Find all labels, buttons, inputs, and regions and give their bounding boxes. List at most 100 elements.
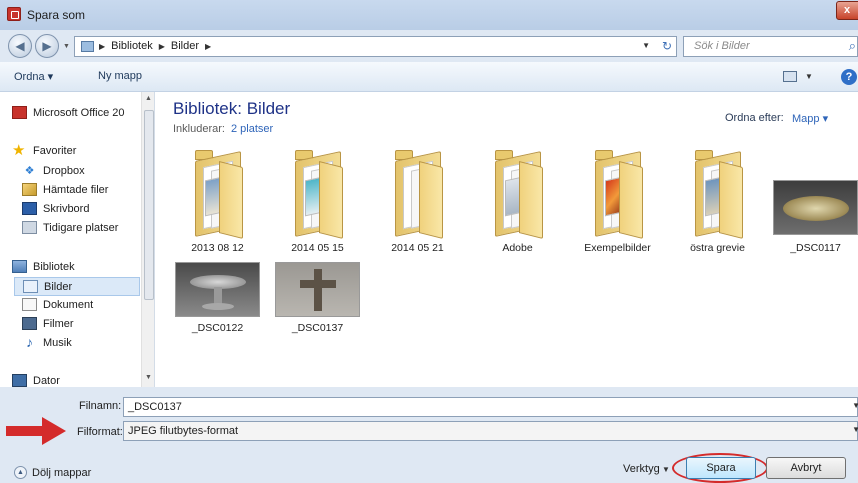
- folder-icon: [491, 150, 545, 239]
- folder-icon: [191, 150, 245, 239]
- scroll-up-icon[interactable]: ▲: [145, 95, 152, 102]
- folder-label: 2014 05 15: [291, 242, 344, 254]
- folder-item[interactable]: östra grevie: [675, 150, 760, 260]
- filename-label: Filnamn:: [79, 400, 122, 412]
- folder-label: Exempelbilder: [584, 242, 651, 254]
- sidebar-item-skrivbord[interactable]: Skrivbord: [22, 202, 89, 215]
- sidebar-item-label: Filmer: [43, 317, 74, 330]
- sidebar-item-tidigare[interactable]: Tidigare platser: [22, 221, 118, 234]
- arrange-by-label: Ordna efter:: [725, 112, 784, 124]
- star-icon: ★: [12, 142, 26, 159]
- app-icon: [7, 7, 21, 21]
- sidebar-item-filmer[interactable]: Filmer: [22, 317, 74, 330]
- help-icon[interactable]: ?: [841, 69, 857, 85]
- image-thumbnail: [275, 262, 360, 317]
- view-icon[interactable]: [783, 71, 797, 82]
- filename-dropdown-icon[interactable]: ▼: [852, 401, 858, 410]
- sidebar-scrollbar[interactable]: ▲ ▼: [141, 92, 154, 387]
- format-label: Filformat:: [77, 426, 123, 438]
- folder-label: Adobe: [502, 242, 533, 254]
- music-icon: ♪: [26, 334, 33, 350]
- filename-value: _DSC0137: [128, 401, 182, 413]
- folder-icon: [291, 150, 345, 239]
- office-icon: [12, 106, 27, 119]
- hide-folders-button[interactable]: ▲ Dölj mappar: [14, 466, 91, 479]
- library-icon: [12, 260, 27, 273]
- dropbox-icon: ❖: [24, 165, 35, 177]
- sidebar-item-dator[interactable]: Dator: [12, 374, 60, 387]
- folder-item[interactable]: 2014 05 15: [275, 150, 360, 260]
- breadcrumb-bibliotek[interactable]: Bibliotek: [111, 40, 153, 54]
- scroll-down-icon[interactable]: ▼: [145, 374, 152, 381]
- hide-folders-label: Dölj mappar: [32, 466, 92, 479]
- sidebar-item-label: Tidigare platser: [43, 221, 119, 234]
- computer-icon: [12, 374, 27, 387]
- close-button[interactable]: x: [836, 1, 858, 20]
- arrange-by-dropdown[interactable]: Mapp ▾: [792, 112, 828, 125]
- tools-dropdown-icon[interactable]: ▼: [662, 465, 670, 474]
- folder-icon: [691, 150, 745, 239]
- image-thumbnail: [773, 180, 858, 235]
- format-value: JPEG filutbytes-format: [128, 425, 239, 437]
- sidebar-item-label: Hämtade filer: [43, 183, 109, 196]
- forward-button[interactable]: ▶: [35, 34, 59, 58]
- folder-label: östra grevie: [690, 242, 745, 254]
- sidebar-item-favoriter[interactable]: ★ Favoriter: [12, 143, 76, 158]
- folder-item[interactable]: 2013 08 12: [175, 150, 260, 260]
- filename-field[interactable]: _DSC0137 ▼: [123, 397, 858, 417]
- desktop-icon: [22, 202, 37, 215]
- sidebar-item-label: Dropbox: [43, 164, 85, 177]
- breadcrumb-bilder[interactable]: Bilder: [171, 40, 199, 54]
- sidebar-item-office[interactable]: Microsoft Office 20: [12, 106, 125, 119]
- sidebar-item-label: Microsoft Office 20: [33, 106, 125, 119]
- organize-menu[interactable]: Ordna ▾: [14, 70, 53, 83]
- save-button[interactable]: Spara: [686, 457, 756, 479]
- image-item[interactable]: _DSC0137: [275, 262, 360, 372]
- sidebar-item-bibliotek[interactable]: Bibliotek: [12, 260, 75, 273]
- tools-menu[interactable]: Verktyg: [623, 463, 660, 475]
- sidebar-item-musik[interactable]: ♪ Musik: [22, 334, 72, 350]
- recent-pages-dropdown[interactable]: ▼: [63, 43, 70, 50]
- pictures-icon: [23, 280, 38, 293]
- back-button[interactable]: ◀: [8, 34, 32, 58]
- sidebar-item-label: Bilder: [44, 280, 73, 293]
- format-dropdown-icon[interactable]: ▼: [852, 425, 858, 434]
- sidebar-item-hamtade[interactable]: Hämtade filer: [22, 183, 108, 196]
- address-bar[interactable]: ▶ Bibliotek ▶ Bilder ▶ ▼ ↻: [74, 36, 677, 57]
- documents-icon: [22, 298, 37, 311]
- refresh-icon[interactable]: ↻: [662, 39, 672, 53]
- chevron-up-icon: ▲: [14, 466, 27, 479]
- image-thumbnail: [175, 262, 260, 317]
- downloads-icon: [22, 183, 37, 196]
- includes-locations-link[interactable]: 2 platser: [231, 123, 273, 135]
- sidebar-item-label: Dator: [33, 374, 60, 387]
- folder-icon: [591, 150, 645, 239]
- search-input[interactable]: Sök i Bilder ⌕: [683, 36, 858, 57]
- sidebar-item-label: Bibliotek: [33, 260, 75, 273]
- search-icon[interactable]: ⌕: [849, 38, 856, 54]
- sidebar-item-label: Skrivbord: [43, 202, 90, 215]
- new-folder-button[interactable]: Ny mapp: [98, 70, 142, 82]
- breadcrumb: ▶ Bibliotek ▶ Bilder ▶: [99, 40, 212, 54]
- sidebar-item-dokument[interactable]: Dokument: [22, 298, 93, 311]
- format-select[interactable]: JPEG filutbytes-format ▼: [123, 421, 858, 441]
- sidebar-item-dropbox[interactable]: ❖ Dropbox: [22, 164, 85, 178]
- scrollbar-thumb[interactable]: [144, 110, 154, 300]
- command-bar: Ordna ▾ Ny mapp ▼ ?: [0, 62, 858, 92]
- folder-item[interactable]: Adobe: [475, 150, 560, 260]
- title-bar: Spara som x: [0, 0, 858, 30]
- view-dropdown-icon[interactable]: ▼: [805, 72, 813, 81]
- search-placeholder: Sök i Bilder: [694, 40, 750, 52]
- cancel-button[interactable]: Avbryt: [766, 457, 846, 479]
- folder-item[interactable]: Exempelbilder: [575, 150, 660, 260]
- image-item[interactable]: _DSC0122: [175, 262, 260, 372]
- recent-places-icon: [22, 221, 37, 234]
- folder-item[interactable]: 2014 05 21: [375, 150, 460, 260]
- navigation-pane: Microsoft Office 20 ★ Favoriter ❖ Dropbo…: [0, 92, 155, 387]
- image-item[interactable]: _DSC0117: [773, 180, 858, 290]
- address-dropdown-icon[interactable]: ▼: [642, 41, 650, 50]
- sidebar-item-bilder[interactable]: Bilder: [14, 277, 140, 296]
- sidebar-item-label: Dokument: [43, 298, 94, 311]
- includes-label: Inkluderar:: [173, 123, 225, 135]
- folder-label: 2014 05 21: [391, 242, 444, 254]
